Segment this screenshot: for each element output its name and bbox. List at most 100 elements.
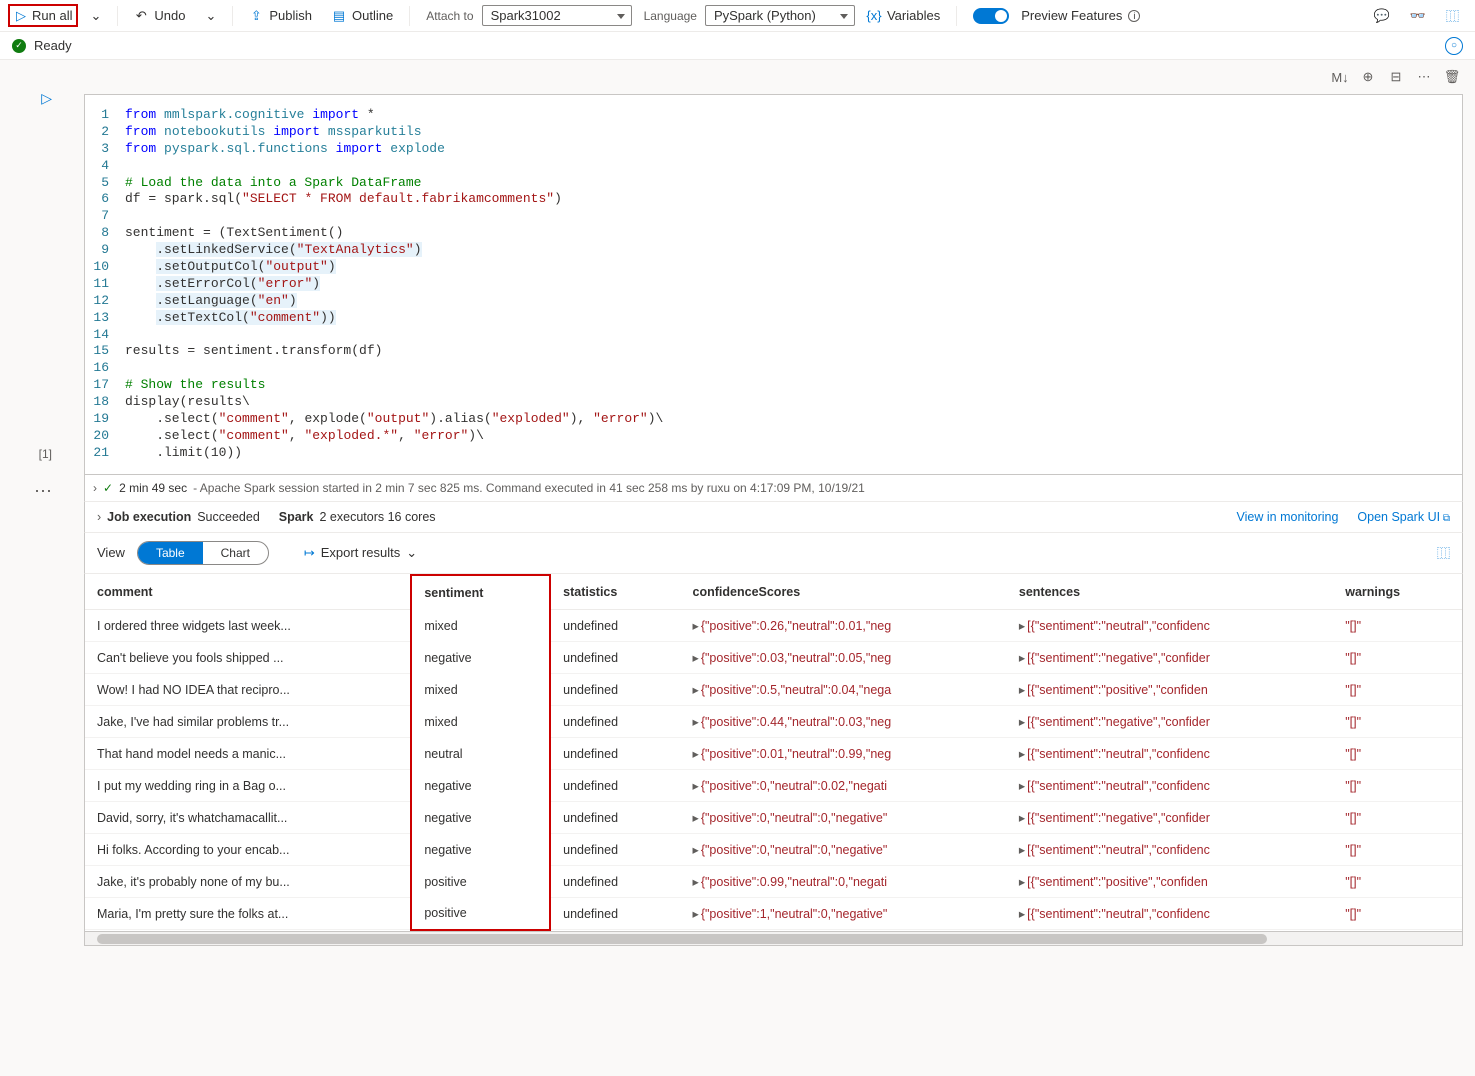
- code-line[interactable]: 10 .setOutputCol("output"): [85, 259, 1462, 276]
- table-row[interactable]: Can't believe you fools shipped ...negat…: [85, 642, 1462, 674]
- horizontal-scrollbar[interactable]: [84, 932, 1463, 946]
- table-row[interactable]: Maria, I'm pretty sure the folks at...po…: [85, 898, 1462, 930]
- cell-sentences[interactable]: ▸[{"sentiment":"negative","confider: [1007, 706, 1333, 738]
- run-all-button[interactable]: Run all: [32, 8, 72, 23]
- expand-icon[interactable]: ▸: [1019, 651, 1025, 665]
- cell-sentences[interactable]: ▸[{"sentiment":"negative","confider: [1007, 642, 1333, 674]
- expand-icon[interactable]: ▸: [693, 619, 699, 633]
- expand-icon[interactable]: ▸: [1019, 619, 1025, 633]
- search-icon-button[interactable]: 👓: [1402, 4, 1434, 28]
- chevron-right-icon[interactable]: ›: [97, 510, 101, 524]
- expand-icon[interactable]: ▸: [1019, 715, 1025, 729]
- expand-icon[interactable]: ▸: [693, 843, 699, 857]
- expand-icon[interactable]: ▸: [693, 811, 699, 825]
- code-line[interactable]: 5# Load the data into a Spark DataFrame: [85, 175, 1462, 192]
- undo-button[interactable]: ↶ Undo: [126, 4, 193, 27]
- run-all-dropdown[interactable]: ⌄: [82, 4, 109, 28]
- view-table-option[interactable]: Table: [138, 542, 203, 564]
- cell-confidence[interactable]: ▸{"positive":0,"neutral":0,"negative": [681, 834, 1007, 866]
- collapse-icon[interactable]: ⊟: [1385, 66, 1407, 88]
- cell-confidence[interactable]: ▸{"positive":1,"neutral":0,"negative": [681, 898, 1007, 930]
- expand-icon[interactable]: ▸: [1019, 683, 1025, 697]
- scrollbar-thumb[interactable]: [97, 934, 1267, 944]
- column-header-warnings[interactable]: warnings: [1333, 575, 1462, 610]
- view-chart-option[interactable]: Chart: [203, 542, 268, 564]
- column-header-statistics[interactable]: statistics: [550, 575, 680, 610]
- open-spark-ui-link[interactable]: Open Spark UI ⧉: [1357, 510, 1450, 524]
- cell-sentences[interactable]: ▸[{"sentiment":"positive","confiden: [1007, 866, 1333, 898]
- cell-confidence[interactable]: ▸{"positive":0.01,"neutral":0.99,"neg: [681, 738, 1007, 770]
- cell-sentences[interactable]: ▸[{"sentiment":"negative","confider: [1007, 802, 1333, 834]
- cell-confidence[interactable]: ▸{"positive":0.44,"neutral":0.03,"neg: [681, 706, 1007, 738]
- code-editor[interactable]: 1from mmlspark.cognitive import *2from n…: [84, 94, 1463, 475]
- table-row[interactable]: Hi folks. According to your encab...nega…: [85, 834, 1462, 866]
- cell-sentences[interactable]: ▸[{"sentiment":"neutral","confidenc: [1007, 898, 1333, 930]
- view-in-monitoring-link[interactable]: View in monitoring: [1237, 510, 1339, 524]
- outline-button[interactable]: ▤ Outline: [324, 4, 401, 27]
- code-line[interactable]: 20 .select("comment", "exploded.*", "err…: [85, 428, 1462, 445]
- expand-icon[interactable]: ▸: [1019, 779, 1025, 793]
- cell-confidence[interactable]: ▸{"positive":0.03,"neutral":0.05,"neg: [681, 642, 1007, 674]
- code-line[interactable]: 15results = sentiment.transform(df): [85, 343, 1462, 360]
- code-line[interactable]: 17# Show the results: [85, 377, 1462, 394]
- cell-sentences[interactable]: ▸[{"sentiment":"neutral","confidenc: [1007, 738, 1333, 770]
- expand-icon[interactable]: ▸: [1019, 843, 1025, 857]
- code-line[interactable]: 2from notebookutils import mssparkutils: [85, 124, 1462, 141]
- delete-cell-icon[interactable]: 🗑: [1441, 66, 1463, 88]
- cell-confidence[interactable]: ▸{"positive":0.5,"neutral":0.04,"nega: [681, 674, 1007, 706]
- expand-icon[interactable]: ▸: [693, 747, 699, 761]
- table-row[interactable]: I ordered three widgets last week...mixe…: [85, 610, 1462, 642]
- expand-icon[interactable]: ▸: [693, 779, 699, 793]
- more-icon[interactable]: ⋯: [1413, 66, 1435, 88]
- cell-sentences[interactable]: ▸[{"sentiment":"positive","confiden: [1007, 674, 1333, 706]
- status-info-icon[interactable]: ○: [1445, 37, 1463, 55]
- chevron-right-icon[interactable]: ›: [93, 481, 97, 495]
- code-line[interactable]: 12 .setLanguage("en"): [85, 293, 1462, 310]
- expand-icon[interactable]: ▸: [693, 683, 699, 697]
- table-row[interactable]: Jake, I've had similar problems tr...mix…: [85, 706, 1462, 738]
- code-line[interactable]: 7: [85, 208, 1462, 225]
- variables-button[interactable]: {x} Variables: [859, 4, 948, 27]
- add-cell-icon[interactable]: ⊕: [1357, 66, 1379, 88]
- code-line[interactable]: 18display(results\: [85, 394, 1462, 411]
- attach-to-select[interactable]: Spark31002: [482, 5, 632, 26]
- code-line[interactable]: 14: [85, 327, 1462, 344]
- code-line[interactable]: 1from mmlspark.cognitive import *: [85, 107, 1462, 124]
- export-results-button[interactable]: ↦ Export results ⌄: [304, 545, 417, 561]
- cell-confidence[interactable]: ▸{"positive":0.26,"neutral":0.01,"neg: [681, 610, 1007, 642]
- table-row[interactable]: I put my wedding ring in a Bag o...negat…: [85, 770, 1462, 802]
- expand-icon[interactable]: ▸: [1019, 811, 1025, 825]
- cell-sentences[interactable]: ▸[{"sentiment":"neutral","confidenc: [1007, 834, 1333, 866]
- expand-icon[interactable]: ▸: [1019, 747, 1025, 761]
- column-header-comment[interactable]: comment: [85, 575, 411, 610]
- expand-icon[interactable]: ▸: [693, 907, 699, 921]
- table-row[interactable]: Jake, it's probably none of my bu...posi…: [85, 866, 1462, 898]
- code-line[interactable]: 21 .limit(10)): [85, 445, 1462, 462]
- code-line[interactable]: 3from pyspark.sql.functions import explo…: [85, 141, 1462, 158]
- table-row[interactable]: Wow! I had NO IDEA that recipro...mixedu…: [85, 674, 1462, 706]
- cell-run-icon[interactable]: ▷: [0, 90, 52, 107]
- expand-icon[interactable]: ▸: [1019, 875, 1025, 889]
- code-line[interactable]: 16: [85, 360, 1462, 377]
- column-header-confidenceScores[interactable]: confidenceScores: [681, 575, 1007, 610]
- cell-sentences[interactable]: ▸[{"sentiment":"neutral","confidenc: [1007, 610, 1333, 642]
- code-line[interactable]: 4: [85, 158, 1462, 175]
- column-header-sentiment[interactable]: sentiment: [411, 575, 550, 610]
- expand-icon[interactable]: ▸: [693, 651, 699, 665]
- code-line[interactable]: 9 .setLinkedService("TextAnalytics"): [85, 242, 1462, 259]
- comment-icon-button[interactable]: 💬: [1366, 4, 1398, 28]
- code-line[interactable]: 6df = spark.sql("SELECT * FROM default.f…: [85, 191, 1462, 208]
- cell-confidence[interactable]: ▸{"positive":0,"neutral":0.02,"negati: [681, 770, 1007, 802]
- code-line[interactable]: 13 .setTextCol("comment")): [85, 310, 1462, 327]
- expand-icon[interactable]: ▸: [1019, 907, 1025, 921]
- code-line[interactable]: 8sentiment = (TextSentiment(): [85, 225, 1462, 242]
- move-down-icon[interactable]: M↓: [1329, 66, 1351, 88]
- cell-confidence[interactable]: ▸{"positive":0.99,"neutral":0,"negati: [681, 866, 1007, 898]
- table-row[interactable]: That hand model needs a manic...neutralu…: [85, 738, 1462, 770]
- code-line[interactable]: 19 .select("comment", explode("output").…: [85, 411, 1462, 428]
- properties-icon-button[interactable]: ⿲: [1438, 2, 1467, 29]
- cell-sentences[interactable]: ▸[{"sentiment":"neutral","confidenc: [1007, 770, 1333, 802]
- table-row[interactable]: David, sorry, it's whatchamacallit...neg…: [85, 802, 1462, 834]
- table-settings-icon[interactable]: ⿲: [1437, 543, 1450, 562]
- language-select[interactable]: PySpark (Python): [705, 5, 855, 26]
